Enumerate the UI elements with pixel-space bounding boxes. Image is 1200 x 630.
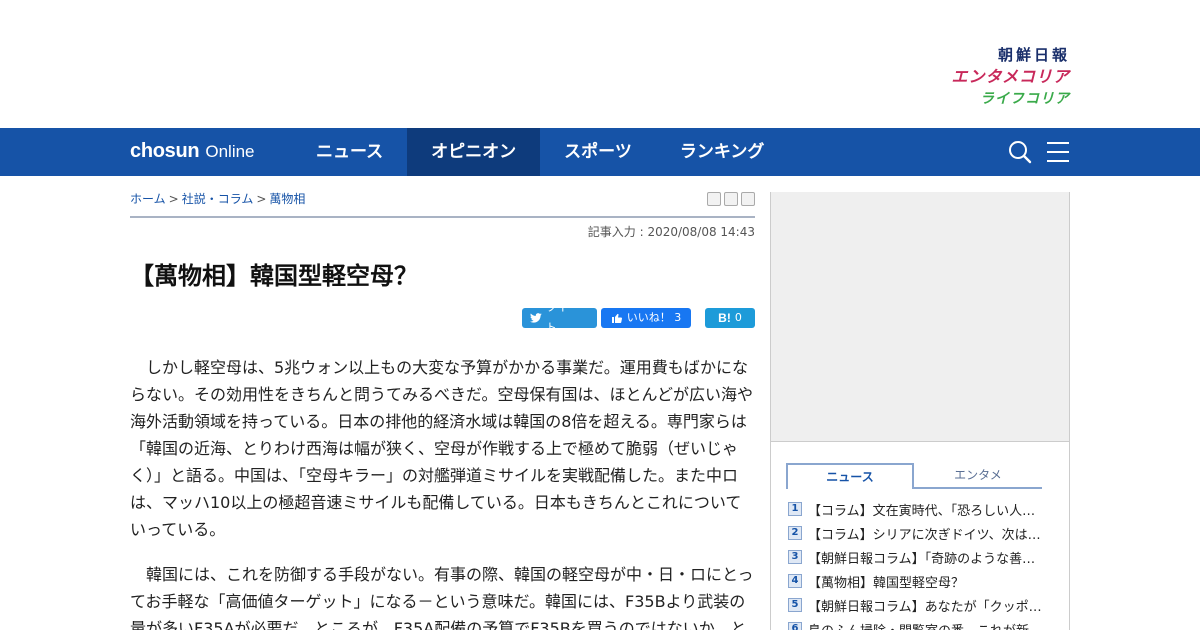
brand-light: Online (205, 142, 255, 161)
rank-title: 【萬物相】韓国型軽空母？ (808, 575, 965, 591)
text-size-icon[interactable] (724, 192, 738, 206)
breadcrumb-divider (130, 216, 755, 218)
rank-number: 5 (788, 598, 802, 612)
article-paragraph: しかし軽空母は、5兆ウォン以上もの大変な予算がかかる事業だ。運用費もばかにならな… (130, 358, 754, 539)
nav-item-opinion[interactable]: オピニオン (407, 128, 541, 176)
rank-number: 6 (788, 622, 802, 630)
list-item[interactable]: 1 【コラム】文在寅時代、「恐ろしい人たち」 (788, 497, 1048, 521)
tweet-label: ツイート (545, 301, 579, 334)
sidebar: ニュース エンタメ 1 【コラム】文在寅時代、「恐ろしい人たち」 2 【コラム】… (770, 192, 1070, 630)
article-tools (707, 192, 755, 206)
nav-icons (1008, 140, 1070, 164)
list-item[interactable]: 4 【萬物相】韓国型軽空母？ (788, 569, 1048, 593)
nav-item-ranking[interactable]: ランキング (656, 128, 789, 176)
nav-item-sports[interactable]: スポーツ (540, 128, 656, 176)
nav-items: ニュース オピニオン スポーツ ランキング (292, 128, 788, 176)
breadcrumb-editorial[interactable]: 社説・コラム (182, 192, 254, 206)
share-buttons: ツイート いいね！ 3 B! 0 (522, 301, 755, 334)
site-logos: 朝鮮日報 エンタメコリア ライフコリア (951, 44, 1070, 110)
hatena-count: 0 (734, 311, 742, 324)
ranking-list: 1 【コラム】文在寅時代、「恐ろしい人たち」 2 【コラム】シリアに次ぎドイツ、… (788, 497, 1048, 630)
rank-title: 【朝鮮日報コラム】「奇跡のような善意」 (808, 551, 1046, 567)
ranking-tabs: ニュース エンタメ (786, 463, 1042, 489)
breadcrumb-separator: > (256, 192, 267, 206)
menu-icon[interactable] (1046, 140, 1070, 164)
article-main: ホーム > 社説・コラム > 萬物相 記事入力 : 2020/08/08 14:43 【… (130, 176, 755, 630)
rank-number: 4 (788, 574, 802, 588)
print-icon[interactable] (707, 192, 721, 206)
thumbs-up-icon (611, 313, 622, 324)
rank-title: 【朝鮮日報コラム】あなたが「クッポン」なら (808, 599, 1046, 615)
breadcrumb-column[interactable]: 萬物相 (269, 192, 305, 206)
article-paragraph: 韓国には、これを防御する手段がない。有事の際、韓国の軽空母が中・日・ロにとってお… (130, 565, 754, 630)
chosun-online-brand[interactable]: chosun Online (130, 139, 255, 164)
tab-news[interactable]: ニュース (786, 463, 914, 489)
entame-korea-logo[interactable]: エンタメコリア (951, 66, 1070, 88)
rank-number: 1 (788, 502, 802, 516)
hatena-bookmark-button[interactable]: B! 0 (705, 308, 755, 328)
breadcrumb-home[interactable]: ホーム (130, 192, 166, 206)
life-korea-logo[interactable]: ライフコリア (951, 88, 1070, 110)
twitter-bird-icon (530, 313, 542, 323)
chosun-ilbo-logo[interactable]: 朝鮮日報 (951, 44, 1070, 66)
list-item[interactable]: 5 【朝鮮日報コラム】あなたが「クッポン」なら (788, 593, 1048, 617)
tweet-button[interactable]: ツイート (522, 301, 597, 334)
rank-number: 2 (788, 526, 802, 540)
ad-slot (771, 192, 1069, 442)
article-body: しかし軽空母は、5兆ウォン以上もの大変な予算がかかる事業だ。運用費もばかにならな… (130, 354, 755, 630)
search-icon[interactable] (1008, 140, 1032, 164)
site-header: 朝鮮日報 エンタメコリア ライフコリア (0, 0, 1200, 128)
brand-bold: chosun (130, 140, 200, 162)
main-nav: chosun Online ニュース オピニオン スポーツ ランキング (0, 128, 1200, 176)
tab-entame[interactable]: エンタメ (914, 463, 1042, 487)
article-date: 記事入力 : 2020/08/08 14:43 (587, 225, 755, 239)
list-item[interactable]: 2 【コラム】シリアに次ぎドイツ、次は韓国？ (788, 521, 1048, 545)
breadcrumb-separator: > (168, 192, 179, 206)
facebook-like-button[interactable]: いいね！ 3 (601, 308, 691, 328)
like-label: いいね！ 3 (626, 311, 682, 324)
list-item[interactable]: 6 鳥のふん掃除・閲覧室の番…これが新 (788, 617, 1048, 630)
hatena-mark: B! (718, 311, 731, 325)
list-item[interactable]: 3 【朝鮮日報コラム】「奇跡のような善意」 (788, 545, 1048, 569)
rank-title: 【コラム】文在寅時代、「恐ろしい人たち」 (808, 503, 1046, 519)
rank-number: 3 (788, 550, 802, 564)
back-icon[interactable] (741, 192, 755, 206)
rank-title: 【コラム】シリアに次ぎドイツ、次は韓国？ (808, 527, 1046, 543)
breadcrumb: ホーム > 社説・コラム > 萬物相 (130, 190, 305, 207)
rank-title: 鳥のふん掃除・閲覧室の番…これが新 (808, 620, 1046, 630)
nav-item-news[interactable]: ニュース (292, 128, 407, 176)
article-title: 【萬物相】韓国型軽空母？ (130, 262, 418, 290)
